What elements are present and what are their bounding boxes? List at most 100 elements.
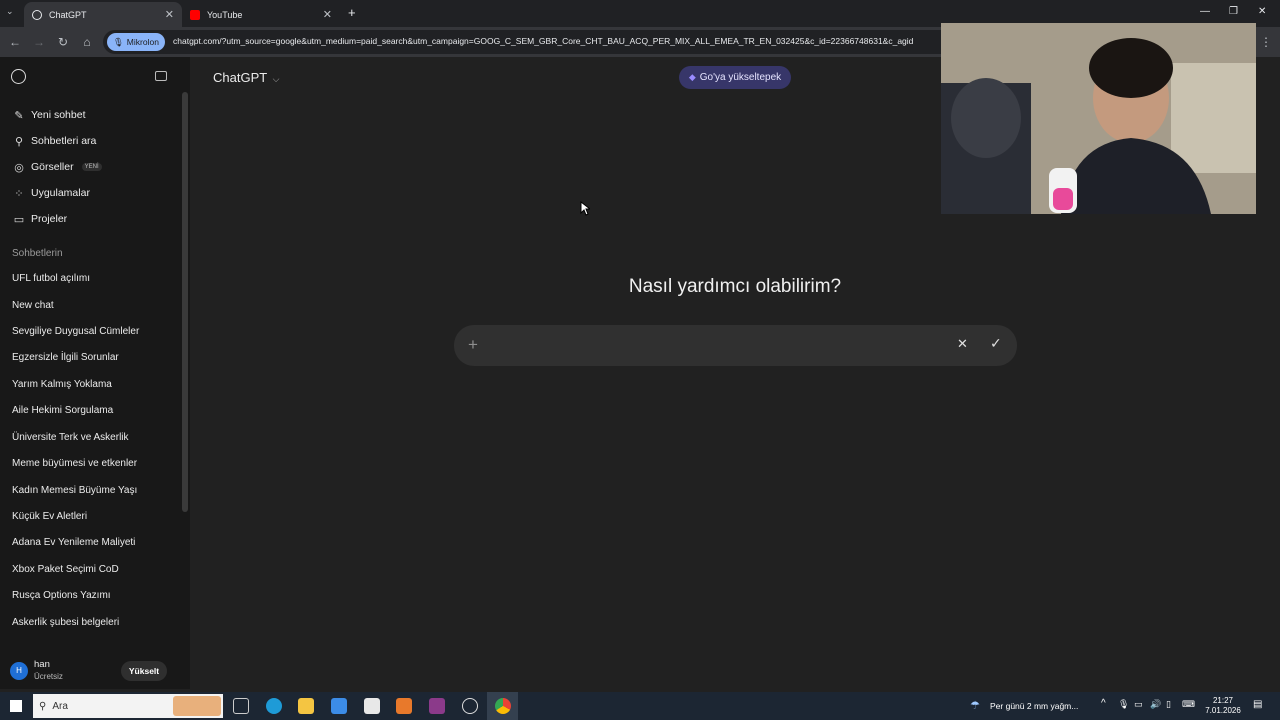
new-badge: YENİ bbox=[81, 163, 102, 171]
back-icon[interactable]: ← bbox=[7, 34, 23, 50]
page-title: Nasıl yardımcı olabilirim? bbox=[628, 276, 842, 297]
chat-item[interactable]: New chat bbox=[12, 300, 54, 311]
sidebar-item-label: Uygulamalar bbox=[31, 187, 90, 199]
chat-item[interactable]: Üniversite Terk ve Askerlik bbox=[12, 432, 129, 443]
store-icon[interactable] bbox=[364, 698, 380, 714]
apps-icon: ⁘ bbox=[14, 187, 24, 200]
profile-chip[interactable]: 🎙 Mikrolon bbox=[107, 33, 165, 51]
volume-icon[interactable]: 🔊 bbox=[1150, 699, 1161, 710]
sidebar-item-projects[interactable]: ▭ Projeler bbox=[12, 209, 67, 229]
chat-item[interactable]: Egzersizle İlgili Sorunlar bbox=[12, 352, 119, 363]
sidebar-item-label: Yeni sohbet bbox=[31, 109, 86, 121]
battery-icon[interactable]: ▯ bbox=[1166, 699, 1171, 710]
chat-item[interactable]: Askerlik şubesi belgeleri bbox=[12, 617, 119, 628]
model-selector[interactable]: ChatGPT ⌵ bbox=[213, 70, 279, 85]
chrome-icon[interactable] bbox=[495, 698, 511, 714]
tab-chatgpt[interactable]: ChatGPT ✕ bbox=[24, 2, 182, 27]
user-menu[interactable]: H han Ücretsiz Yükselt bbox=[0, 654, 190, 689]
winrar-icon[interactable] bbox=[429, 698, 445, 714]
microphone-icon[interactable]: 🎙 bbox=[1118, 699, 1129, 710]
edit-icon: ✎ bbox=[14, 109, 24, 122]
weather-text[interactable]: Per günü 2 mm yağm... bbox=[990, 701, 1078, 711]
home-icon[interactable]: ⌂ bbox=[79, 34, 95, 50]
task-view-icon[interactable] bbox=[233, 698, 249, 714]
new-tab-button[interactable]: + bbox=[348, 5, 356, 20]
chevron-down-icon: ⌵ bbox=[272, 74, 280, 84]
maximize-icon[interactable]: ❐ bbox=[1229, 6, 1238, 17]
webcam-overlay bbox=[941, 23, 1256, 214]
file-explorer-icon[interactable] bbox=[298, 698, 314, 714]
close-icon[interactable]: ✕ bbox=[323, 8, 332, 21]
minimize-icon[interactable]: — bbox=[1200, 6, 1210, 17]
chat-item[interactable]: Küçük Ev Aletleri bbox=[12, 511, 87, 522]
url-text[interactable]: chatgpt.com/?utm_source=google&utm_mediu… bbox=[173, 36, 913, 46]
reload-icon[interactable]: ↻ bbox=[55, 34, 71, 50]
mail-icon[interactable] bbox=[331, 698, 347, 714]
network-icon[interactable]: ▭ bbox=[1134, 699, 1143, 710]
plus-icon[interactable]: + bbox=[468, 335, 478, 355]
sparkle-icon: ◆ bbox=[688, 72, 696, 82]
sidebar-toggle-icon[interactable] bbox=[155, 71, 167, 81]
chat-item[interactable]: Sevgiliye Duygusal Cümleler bbox=[12, 326, 139, 337]
search-icon: ⚲ bbox=[14, 135, 24, 148]
upgrade-go-label: Go'ya yükseltерek bbox=[699, 72, 782, 83]
upgrade-button[interactable]: Yükselt bbox=[121, 661, 167, 681]
tab-search-icon[interactable]: ⌄ bbox=[6, 6, 14, 17]
sidebar: ✎ Yeni sohbet ⚲ Sohbetleri ara ◎ Görsell… bbox=[0, 57, 190, 689]
sidebar-scrollbar[interactable] bbox=[182, 92, 188, 512]
sidebar-item-apps[interactable]: ⁘ Uygulamalar bbox=[12, 183, 90, 203]
sidebar-item-label: Sohbetleri ara bbox=[31, 135, 97, 147]
openai-app-icon[interactable] bbox=[462, 698, 478, 714]
sidebar-item-label: Projeler bbox=[31, 213, 68, 225]
taskbar-clock[interactable]: 21:27 7.01.2026 bbox=[1205, 696, 1241, 716]
tab-title: ChatGPT bbox=[49, 9, 87, 20]
mouse-cursor-icon bbox=[580, 201, 590, 216]
windows-start-icon[interactable] bbox=[10, 700, 22, 712]
forward-icon[interactable]: → bbox=[31, 34, 47, 50]
upgrade-go-button[interactable]: ◆ Go'ya yükseltерek bbox=[679, 66, 791, 89]
sidebar-item-images[interactable]: ◎ Görseller YENİ bbox=[12, 157, 102, 177]
chat-item[interactable]: Yarım Kalmış Yoklama bbox=[12, 379, 112, 390]
chat-item[interactable]: Meme büyümesi ve etkenler bbox=[12, 458, 137, 469]
youtube-icon bbox=[190, 9, 200, 20]
chat-item[interactable]: Rusça Options Yazımı bbox=[12, 590, 111, 601]
keyboard-icon[interactable]: ⌨ bbox=[1182, 699, 1195, 710]
edge-icon[interactable] bbox=[266, 698, 282, 714]
close-icon[interactable]: ✕ bbox=[165, 8, 174, 21]
chat-item[interactable]: Adana Ev Yenileme Maliyeti bbox=[12, 537, 135, 548]
model-name: ChatGPT bbox=[213, 70, 267, 85]
chat-item[interactable]: UFL futbol açılımı bbox=[12, 273, 90, 284]
sidebar-item-search-chats[interactable]: ⚲ Sohbetleri ara bbox=[12, 131, 96, 151]
folder-icon: ▭ bbox=[13, 213, 25, 226]
chat-item[interactable]: Kadın Memesi Büyüme Yaşı bbox=[12, 485, 137, 496]
tab-youtube[interactable]: YouTube ✕ bbox=[182, 2, 340, 27]
chat-item[interactable]: Xbox Paket Seçimi CoD bbox=[12, 564, 119, 575]
taskbar-search-label: Ara bbox=[52, 700, 68, 712]
close-icon[interactable]: ✕ bbox=[957, 336, 968, 352]
sidebar-item-new-chat[interactable]: ✎ Yeni sohbet bbox=[12, 105, 86, 125]
message-composer[interactable]: + ✕ ✓ bbox=[454, 325, 1017, 366]
chevron-up-icon[interactable]: ^ bbox=[1101, 698, 1106, 709]
notification-icon[interactable]: ▤ bbox=[1253, 699, 1262, 710]
weather-icon[interactable]: ☂ bbox=[970, 699, 980, 712]
profile-chip-label: Mikrolon bbox=[126, 37, 159, 47]
chat-item[interactable]: Aile Hekimi Sorgulama bbox=[12, 405, 113, 416]
user-plan: Ücretsiz bbox=[34, 672, 63, 681]
clock-time: 21:27 bbox=[1212, 696, 1234, 705]
check-icon[interactable]: ✓ bbox=[990, 335, 1002, 352]
menu-icon[interactable]: ⋮ bbox=[1258, 34, 1274, 50]
webcam-person-image bbox=[941, 23, 1256, 214]
chats-section-title: Sohbetlerin bbox=[12, 248, 63, 259]
taskbar-search[interactable]: ⚲ Ara bbox=[33, 694, 223, 718]
search-highlight-icon bbox=[173, 696, 221, 716]
sidebar-item-label: Görseller bbox=[31, 161, 74, 173]
image-icon: ◎ bbox=[14, 161, 24, 174]
openai-logo-icon[interactable] bbox=[11, 69, 26, 84]
openai-icon bbox=[32, 9, 42, 20]
fl-studio-icon[interactable] bbox=[396, 698, 412, 714]
clock-date: 7.01.2026 bbox=[1205, 706, 1241, 715]
windows-taskbar: ⚲ Ara ☂ Per günü 2 mm yağm... ^ 🎙 ▭ 🔊 ▯ … bbox=[0, 692, 1280, 720]
search-icon: ⚲ bbox=[39, 700, 47, 712]
close-window-icon[interactable]: ✕ bbox=[1258, 6, 1266, 17]
avatar: H bbox=[10, 662, 28, 680]
